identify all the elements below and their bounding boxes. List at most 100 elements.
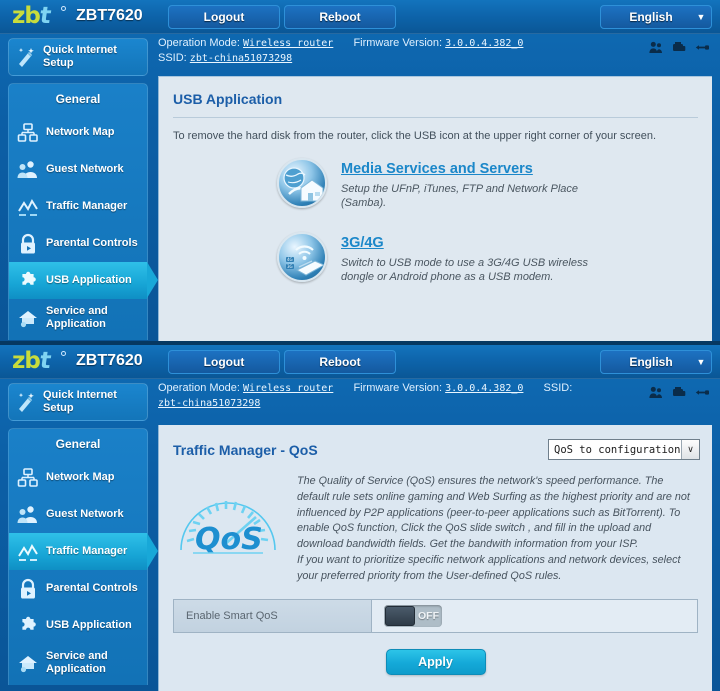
logo-text: zb bbox=[12, 3, 41, 29]
chevron-down-icon: ▼ bbox=[696, 357, 706, 367]
router-page-traffic-manager-qos: zbt ZBT7620 Logout Reboot English ▼ Oper… bbox=[0, 341, 720, 691]
top-header-bar-2: zbt ZBT7620 Logout Reboot English ▼ bbox=[0, 345, 720, 379]
printer-icon[interactable] bbox=[672, 41, 686, 54]
sidebar-item-parental-controls[interactable]: Parental Controls bbox=[9, 570, 147, 607]
clients-icon[interactable] bbox=[649, 386, 663, 399]
ssid-link[interactable]: zbt-china51073298 bbox=[190, 53, 292, 64]
traffic-manager-icon bbox=[17, 541, 39, 563]
operation-mode-label: Operation Mode: bbox=[158, 37, 240, 49]
logout-button[interactable]: Logout bbox=[168, 5, 280, 29]
language-selector[interactable]: English ▼ bbox=[600, 5, 712, 29]
sidebar-item-traffic-manager[interactable]: Traffic Manager bbox=[9, 533, 158, 570]
ssid-link[interactable]: zbt-china51073298 bbox=[158, 398, 260, 409]
sidebar-item-usb-application[interactable]: USB Application bbox=[9, 262, 158, 299]
operation-mode-label: Operation Mode: bbox=[158, 382, 240, 394]
toggle-knob bbox=[385, 605, 415, 626]
network-map-icon bbox=[17, 122, 39, 144]
sidebar-quick-setup-label: Quick Internet Setup bbox=[43, 389, 117, 414]
header-status-icons bbox=[649, 41, 710, 54]
3g4g-dongle-icon: 4G 3G bbox=[277, 232, 327, 282]
ssid-label: SSID: bbox=[158, 52, 187, 64]
sidebar-item-network-map[interactable]: Network Map bbox=[9, 114, 147, 151]
sidebar-group-title: General bbox=[55, 437, 101, 451]
logo-accent: t bbox=[38, 348, 52, 374]
language-label: English bbox=[629, 355, 673, 369]
firmware-link[interactable]: 3.0.0.4.382_0 bbox=[445, 383, 523, 394]
logout-button[interactable]: Logout bbox=[168, 350, 280, 374]
qos-header-row: Traffic Manager - QoS QoS to configurati… bbox=[159, 425, 712, 460]
firmware-label: Firmware Version: bbox=[353, 37, 443, 49]
sidebar-group-title: General bbox=[55, 92, 101, 106]
qos-configuration-select[interactable]: QoS to configuration ∨ bbox=[548, 439, 700, 460]
sidebar-item-label: Parental Controls bbox=[46, 237, 138, 249]
operation-mode-link[interactable]: Wireless router bbox=[243, 383, 333, 394]
model-name: ZBT7620 bbox=[76, 7, 143, 24]
printer-icon[interactable] bbox=[672, 386, 686, 399]
sidebar-item-label: Service and Application bbox=[46, 304, 108, 330]
language-selector[interactable]: English ▼ bbox=[600, 350, 712, 374]
reboot-button[interactable]: Reboot bbox=[284, 5, 396, 29]
sidebar-item-guest-network[interactable]: Guest Network bbox=[9, 151, 147, 188]
puzzle-icon bbox=[17, 615, 39, 637]
magic-wand-icon bbox=[15, 391, 37, 413]
logo-text: zb bbox=[12, 348, 41, 374]
reboot-button[interactable]: Reboot bbox=[284, 350, 396, 374]
sidebar-item-label: Traffic Manager bbox=[46, 200, 128, 212]
3g4g-link[interactable]: 3G/4G bbox=[341, 235, 384, 251]
sidebar-item-quick-internet-setup[interactable]: Quick Internet Setup bbox=[8, 383, 148, 421]
qos-description-paragraph-1: The Quality of Service (QoS) ensures the… bbox=[297, 475, 690, 551]
3g4g-description: Switch to USB mode to use a 3G/4G USB wi… bbox=[341, 257, 588, 283]
app-text-block: 3G/4G Switch to USB mode to use a 3G/4G … bbox=[341, 232, 611, 284]
sidebar-item-quick-internet-setup[interactable]: Quick Internet Setup bbox=[8, 38, 148, 76]
sidebar-menu-general: General Network Map Guest Network Traffi… bbox=[8, 428, 158, 685]
sidebar-item-service-and-application[interactable]: Service and Application bbox=[9, 644, 147, 681]
enable-smart-qos-label: Enable Smart QoS bbox=[174, 599, 372, 632]
media-server-icon bbox=[277, 158, 327, 208]
sidebar-item-parental-controls[interactable]: Parental Controls bbox=[9, 225, 147, 262]
sidebar-item-network-map[interactable]: Network Map bbox=[9, 459, 147, 496]
smart-qos-toggle[interactable]: OFF bbox=[384, 604, 442, 627]
qos-gauge-icon: QoS bbox=[173, 474, 283, 563]
toggle-state-label: OFF bbox=[418, 609, 439, 622]
status-info-strip-2: Operation Mode: Wireless router Firmware… bbox=[158, 381, 572, 411]
svg-text:4G: 4G bbox=[287, 257, 293, 262]
sidebar-quick-setup-label: Quick Internet Setup bbox=[43, 44, 117, 69]
media-services-description: Setup the UFnP, iTunes, FTP and Network … bbox=[341, 183, 579, 209]
service-app-icon bbox=[17, 307, 39, 329]
header-status-icons-2 bbox=[649, 386, 710, 399]
usb-icon[interactable] bbox=[695, 41, 710, 54]
usb-icon[interactable] bbox=[695, 386, 710, 399]
firmware-label: Firmware Version: bbox=[353, 382, 443, 394]
sidebar-item-usb-application[interactable]: USB Application bbox=[9, 607, 147, 644]
apply-button[interactable]: Apply bbox=[385, 648, 486, 675]
sidebar-item-label: USB Application bbox=[46, 274, 132, 286]
operation-mode-link[interactable]: Wireless router bbox=[243, 38, 333, 49]
sidebar-item-label: Parental Controls bbox=[46, 582, 138, 594]
media-services-link[interactable]: Media Services and Servers bbox=[341, 161, 533, 177]
traffic-manager-icon bbox=[17, 196, 39, 218]
sidebar-item-service-and-application[interactable]: Service and Application bbox=[9, 299, 147, 336]
sidebar-item-label: Guest Network bbox=[46, 163, 124, 175]
status-info-strip: Operation Mode: Wireless router Firmware… bbox=[158, 36, 523, 66]
sidebar-item-label: Service and Application bbox=[46, 649, 108, 675]
qos-description-block: QoS The Quality of Service (QoS) ensures… bbox=[159, 460, 712, 585]
firmware-link[interactable]: 3.0.0.4.382_0 bbox=[445, 38, 523, 49]
sidebar-item-traffic-manager[interactable]: Traffic Manager bbox=[9, 188, 147, 225]
top-header-bar: zbt ZBT7620 Logout Reboot English ▼ bbox=[0, 0, 720, 34]
usb-remove-note: To remove the hard disk from the router,… bbox=[173, 130, 657, 142]
magic-wand-icon bbox=[15, 46, 37, 68]
sidebar-menu-general: General Network Map Guest Network Traffi… bbox=[8, 83, 158, 340]
qos-description-paragraph-2: If you want to prioritize specific netwo… bbox=[297, 553, 681, 582]
app-entry-3g4g[interactable]: 4G 3G 3G/4G Switch to USB mode to use a … bbox=[159, 232, 712, 284]
clients-icon[interactable] bbox=[649, 41, 663, 54]
language-label: English bbox=[629, 10, 673, 24]
qos-description-text: The Quality of Service (QoS) ensures the… bbox=[297, 474, 692, 585]
network-map-icon bbox=[17, 467, 39, 489]
sidebar-item-label: Traffic Manager bbox=[46, 545, 128, 557]
guest-network-icon bbox=[17, 504, 39, 526]
svg-text:3G: 3G bbox=[287, 264, 293, 269]
puzzle-icon bbox=[17, 270, 39, 292]
app-entry-media-services[interactable]: Media Services and Servers Setup the UFn… bbox=[159, 158, 712, 210]
sidebar-item-guest-network[interactable]: Guest Network bbox=[9, 496, 147, 533]
chevron-down-icon: ∨ bbox=[681, 440, 699, 459]
